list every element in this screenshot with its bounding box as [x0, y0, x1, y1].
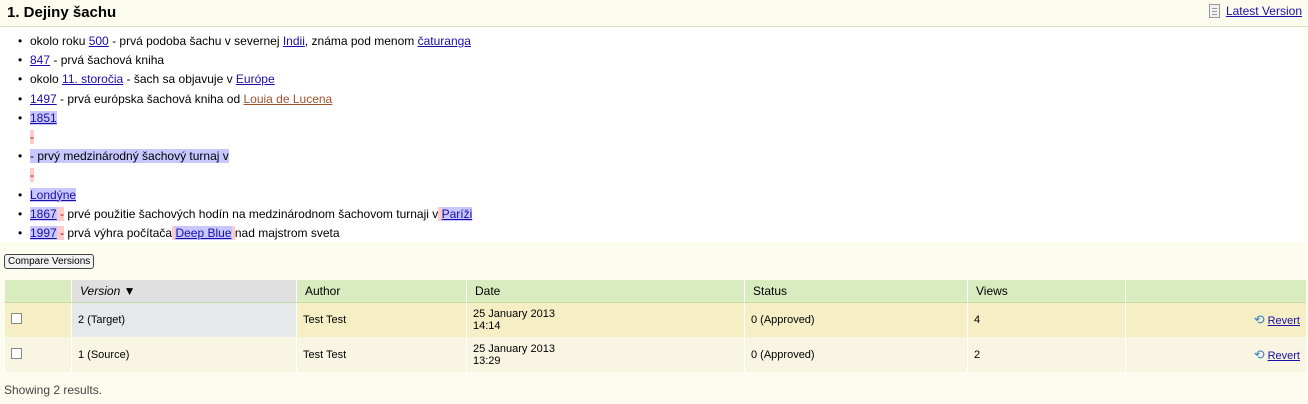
- status-cell: 0 (Approved): [744, 337, 968, 372]
- revert-link[interactable]: Revert: [1268, 350, 1300, 362]
- compare-versions-button[interactable]: Compare Versions: [4, 254, 95, 269]
- event-text: - prvá šachová kniha: [50, 53, 165, 68]
- author-cell: Test Test: [296, 337, 467, 372]
- event-text: , známa pod menom: [304, 34, 418, 48]
- col-views[interactable]: Views: [967, 280, 1126, 303]
- list-item: • 1867 - prvé použitie šachových hodín na…: [18, 205, 473, 224]
- views-cell: 2: [967, 337, 1126, 372]
- bullet-icon: •: [18, 187, 23, 202]
- version-cell: 2 (Target): [71, 302, 297, 337]
- event-link[interactable]: 1851: [30, 110, 57, 125]
- event-text: okolo roku: [30, 34, 89, 48]
- event-link[interactable]: 1997: [30, 225, 57, 240]
- bullet-icon: •: [18, 206, 23, 221]
- event-link[interactable]: Deep Blue: [175, 225, 232, 240]
- revert-cell[interactable]: ⟲ Revert: [1125, 337, 1306, 372]
- event-text: prvé použitie šachových hodín na medziná…: [64, 206, 439, 221]
- date-cell: 25 January 2013 14:14: [466, 302, 745, 337]
- version-panel: 1. Dejiny šachu Latest Version • okolo ro…: [0, 0, 1308, 404]
- list-item: • 1497 - prvá európska šachová kniha od L…: [18, 90, 472, 109]
- versions-table: Version ▼ Author Date Status Views 2 (Ta…: [4, 280, 1306, 372]
- checkbox-icon[interactable]: [11, 347, 22, 359]
- event-text: okolo: [30, 72, 63, 87]
- event-link[interactable]: 11. storočia: [62, 72, 123, 86]
- event-text: -: [30, 168, 34, 183]
- event-redlink[interactable]: Louia de Lucena: [243, 92, 332, 106]
- version-cell: 1 (Source): [71, 337, 297, 372]
- page-title: 1. Dejiny šachu: [7, 4, 117, 21]
- bullet-icon: •: [18, 110, 23, 125]
- bullet-icon: •: [18, 91, 23, 106]
- revert-cell[interactable]: ⟲ Revert: [1125, 302, 1306, 337]
- event-text: - prvý medzinárodný šachový turnaj v: [30, 149, 229, 164]
- table-row: 1 (Source) Test Test 25 January 2013 13:2…: [4, 337, 1306, 372]
- event-link[interactable]: 847: [30, 53, 50, 67]
- event-text: nad majstrom sveta: [234, 225, 340, 240]
- date-day: 25 January 2013: [473, 307, 555, 320]
- results-count: Showing 2 results.: [4, 383, 103, 397]
- event-text: -: [56, 225, 65, 240]
- list-item: • - prvý medzinárodný šachový turnaj v: [18, 147, 472, 166]
- bullet-icon: •: [18, 72, 23, 87]
- event-text: - prvá európska šachová kniha od: [56, 91, 244, 106]
- revert-icon[interactable]: ⟲: [1254, 312, 1265, 328]
- diff-content: • okolo roku 500 - prvá podoba šachu v se…: [0, 28, 1304, 242]
- event-text: -: [56, 206, 65, 221]
- bullet-icon: •: [18, 53, 23, 68]
- date-day: 25 January 2013: [473, 342, 555, 355]
- event-link[interactable]: Indii: [283, 34, 305, 48]
- table-header-row: Version ▼ Author Date Status Views: [4, 280, 1306, 303]
- list-item: -: [18, 166, 472, 185]
- event-text: prvá výhra počítača: [64, 225, 173, 240]
- bullet-icon: •: [18, 149, 23, 164]
- event-link[interactable]: 1497: [30, 92, 57, 106]
- views-cell: 4: [967, 302, 1126, 337]
- event-link[interactable]: 500: [89, 34, 109, 48]
- list-item: • okolo roku 500 - prvá podoba šachu v se…: [18, 32, 472, 51]
- event-text: - prvá podoba šachu v severnej: [108, 34, 283, 48]
- col-version-label: Version ▼: [80, 283, 136, 298]
- event-link[interactable]: Európe: [236, 72, 275, 86]
- col-date[interactable]: Date: [466, 280, 745, 303]
- event-link[interactable]: Londýne: [30, 187, 77, 202]
- date-time: 13:29: [473, 354, 501, 367]
- list-item: • Londýne: [18, 186, 472, 205]
- col-actions: [1125, 280, 1306, 303]
- panel-header: 1. Dejiny šachu Latest Version: [0, 0, 1308, 27]
- event-link[interactable]: čaturanga: [418, 34, 471, 48]
- col-version[interactable]: Version ▼: [71, 280, 297, 303]
- col-author[interactable]: Author: [296, 280, 467, 303]
- table-row: 2 (Target) Test Test 25 January 2013 14:1…: [4, 302, 1306, 337]
- list-item: • 1997 - prvá výhra počítača Deep Blue na…: [18, 224, 472, 243]
- revert-icon[interactable]: ⟲: [1254, 347, 1265, 363]
- col-select: [4, 280, 72, 303]
- event-link[interactable]: Paríži: [441, 206, 473, 221]
- event-list: • okolo roku 500 - prvá podoba šachu v se…: [18, 32, 473, 243]
- list-item: • 1851: [18, 109, 472, 128]
- latest-version-link-wrap[interactable]: Latest Version: [1208, 4, 1302, 18]
- date-time: 14:14: [473, 319, 501, 332]
- event-text: - šach sa objavuje v: [123, 72, 236, 87]
- bullet-icon: •: [18, 34, 23, 48]
- event-link[interactable]: 1867: [30, 206, 57, 221]
- author-cell: Test Test: [296, 302, 467, 337]
- row-select[interactable]: [4, 337, 72, 372]
- row-select[interactable]: [4, 302, 72, 337]
- event-text: -: [30, 129, 34, 144]
- bullet-icon: •: [18, 225, 23, 240]
- date-cell: 25 January 2013 13:29: [466, 337, 745, 372]
- list-item: -: [18, 128, 472, 147]
- checkbox-icon[interactable]: [11, 312, 22, 324]
- revert-link[interactable]: Revert: [1268, 315, 1300, 327]
- list-item: • okolo 11. storočia - šach sa objavuje v…: [18, 70, 472, 89]
- status-cell: 0 (Approved): [744, 302, 968, 337]
- document-icon: [1208, 4, 1220, 18]
- col-status[interactable]: Status: [744, 280, 968, 303]
- latest-version-link[interactable]: Latest Version: [1226, 4, 1302, 18]
- list-item: • 847 - prvá šachová kniha: [18, 51, 472, 70]
